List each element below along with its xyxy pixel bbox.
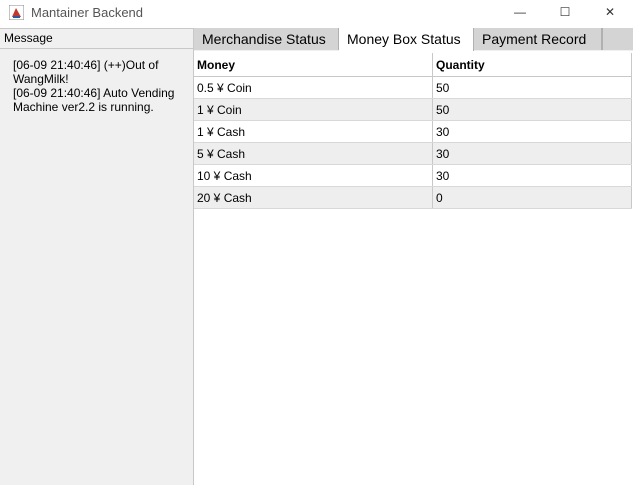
table-header-row: Money Quantity — [194, 53, 632, 77]
tab-money-box-status[interactable]: Money Box Status — [339, 28, 474, 51]
money-cell[interactable]: 0.5 ¥ Coin — [194, 76, 433, 99]
money-box-panel: Money Quantity 0.5 ¥ Coin 50 1 ¥ Coin 50… — [194, 51, 633, 485]
table-row[interactable]: 20 ¥ Cash 0 — [194, 186, 632, 209]
message-header: Message — [0, 28, 193, 49]
message-header-label: Message — [4, 31, 53, 45]
quantity-cell[interactable]: 30 — [432, 164, 632, 187]
close-button[interactable]: ✕ — [587, 0, 633, 27]
message-panel: Message [06-09 21:40:46] (++)Out of Wang… — [0, 28, 194, 485]
app-icon — [9, 5, 24, 20]
money-cell[interactable]: 1 ¥ Cash — [194, 120, 433, 143]
quantity-cell[interactable]: 50 — [432, 98, 632, 121]
tab-bar-filler — [602, 28, 633, 50]
money-table: Money Quantity 0.5 ¥ Coin 50 1 ¥ Coin 50… — [194, 53, 632, 209]
quantity-cell[interactable]: 50 — [432, 76, 632, 99]
table-row[interactable]: 5 ¥ Cash 30 — [194, 142, 632, 165]
quantity-cell[interactable]: 30 — [432, 142, 632, 165]
tab-bar: Merchandise Status Money Box Status Paym… — [194, 28, 633, 51]
table-row[interactable]: 1 ¥ Coin 50 — [194, 98, 632, 121]
money-cell[interactable]: 1 ¥ Coin — [194, 98, 433, 121]
maximize-icon: ☐ — [559, 5, 571, 19]
money-cell[interactable]: 20 ¥ Cash — [194, 186, 433, 209]
quantity-cell[interactable]: 30 — [432, 120, 632, 143]
column-header-quantity[interactable]: Quantity — [432, 53, 632, 77]
message-log: [06-09 21:40:46] (++)Out of WangMilk! [0… — [13, 58, 175, 114]
column-header-money[interactable]: Money — [194, 53, 433, 77]
quantity-cell[interactable]: 0 — [432, 186, 632, 209]
title-bar: Mantainer Backend — ☐ ✕ — [0, 0, 633, 27]
money-cell[interactable]: 5 ¥ Cash — [194, 142, 433, 165]
close-icon: ✕ — [604, 5, 616, 19]
minimize-icon: — — [514, 5, 526, 19]
tab-payment-record[interactable]: Payment Record — [474, 28, 602, 50]
window-title: Mantainer Backend — [31, 5, 144, 20]
minimize-button[interactable]: — — [497, 0, 543, 27]
maximize-button[interactable]: ☐ — [542, 0, 588, 27]
table-row[interactable]: 10 ¥ Cash 30 — [194, 164, 632, 187]
money-cell[interactable]: 10 ¥ Cash — [194, 164, 433, 187]
table-row[interactable]: 0.5 ¥ Coin 50 — [194, 76, 632, 99]
table-row[interactable]: 1 ¥ Cash 30 — [194, 120, 632, 143]
tab-merchandise-status[interactable]: Merchandise Status — [194, 28, 339, 50]
